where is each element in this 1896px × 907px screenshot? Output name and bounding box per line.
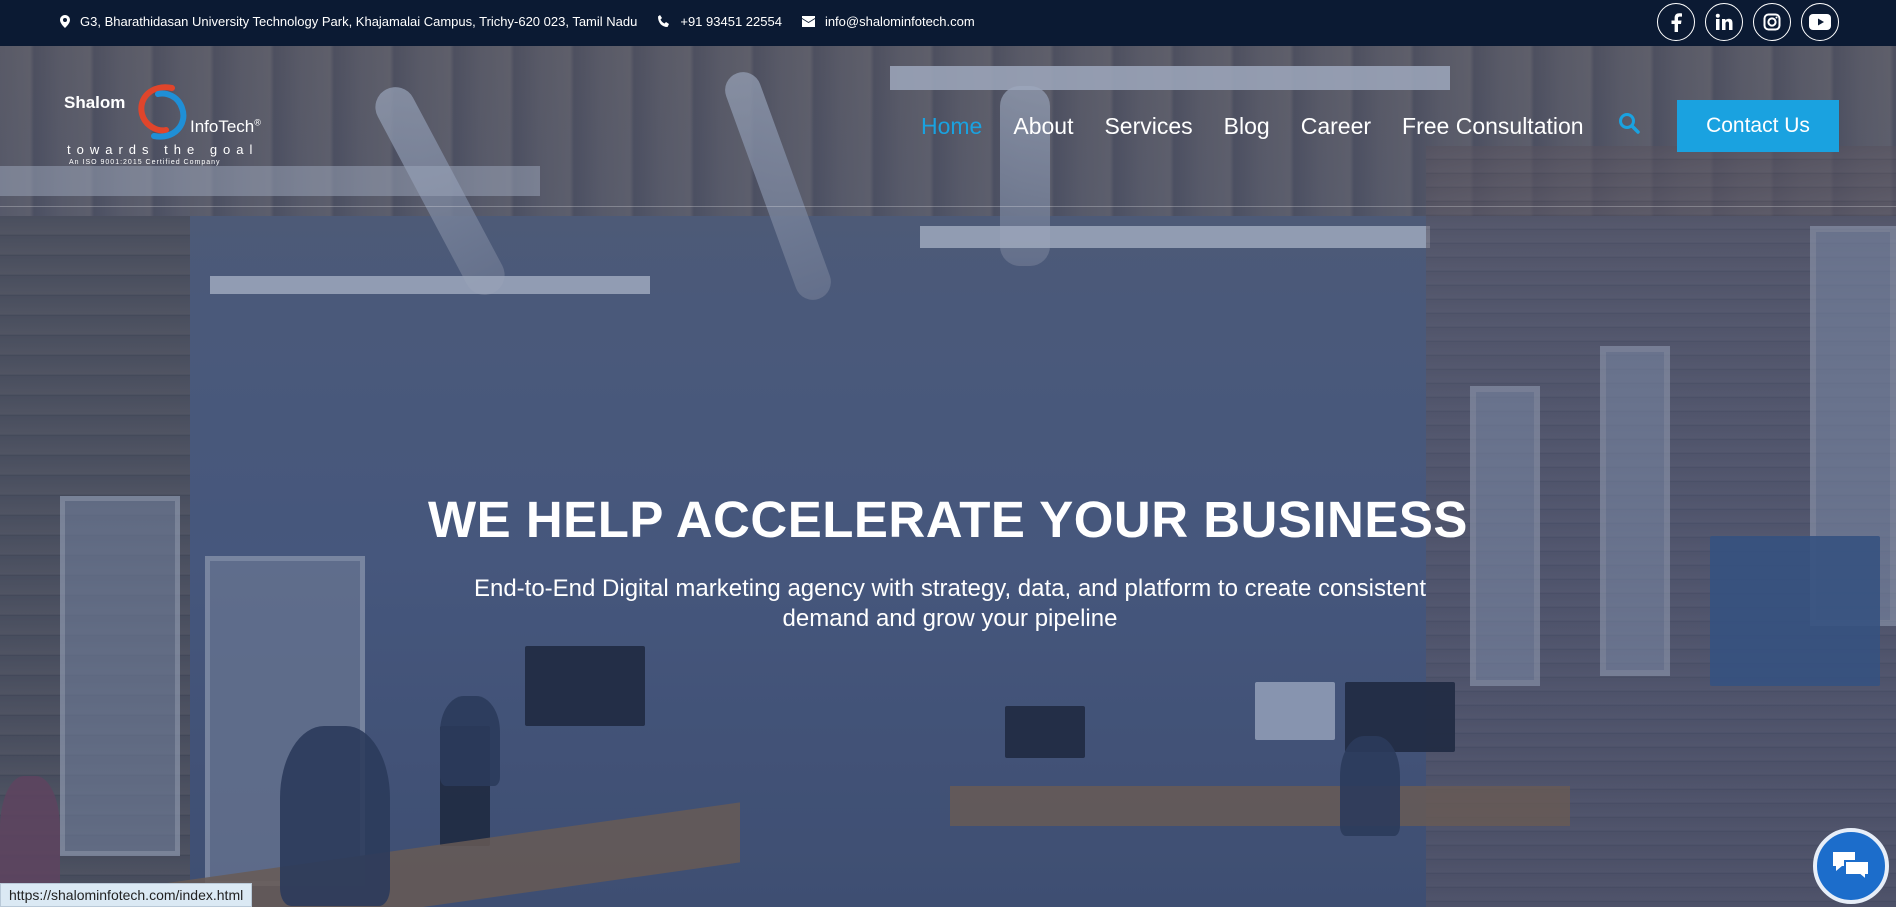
- contact-us-button[interactable]: Contact Us: [1677, 100, 1839, 152]
- nav-about[interactable]: About: [1013, 113, 1073, 140]
- linkedin-link[interactable]: [1705, 3, 1743, 41]
- phone-text[interactable]: +91 93451 22554: [680, 14, 782, 29]
- logo-word-shalom: Shalom: [64, 93, 126, 112]
- search-button[interactable]: [1618, 112, 1640, 139]
- facebook-icon: [1671, 13, 1682, 32]
- address-text: G3, Bharathidasan University Technology …: [80, 13, 638, 29]
- hero-overlay: [0, 46, 1896, 907]
- logo-swirl-icon: [138, 84, 187, 140]
- map-pin-icon: [60, 14, 70, 28]
- instagram-icon: [1763, 13, 1781, 31]
- nav-free-consultation[interactable]: Free Consultation: [1402, 113, 1584, 140]
- email-item[interactable]: info@shalominfotech.com: [801, 14, 975, 29]
- logo-word-infotech: InfoTech®: [190, 117, 261, 136]
- hero-section: [0, 46, 1896, 907]
- top-info-bar: G3, Bharathidasan University Technology …: [0, 0, 1896, 46]
- email-text[interactable]: info@shalominfotech.com: [825, 14, 975, 29]
- main-nav: Home About Services Blog Career Free Con…: [921, 110, 1615, 142]
- logo-certification: An ISO 9001:2015 Certified Company: [69, 159, 221, 166]
- social-links: [1647, 3, 1839, 41]
- facebook-link[interactable]: [1657, 3, 1695, 41]
- chat-button[interactable]: [1813, 828, 1889, 904]
- address-item: G3, Bharathidasan University Technology …: [60, 14, 637, 29]
- youtube-icon: [1809, 14, 1831, 30]
- contact-info: G3, Bharathidasan University Technology …: [60, 0, 995, 42]
- nav-blog[interactable]: Blog: [1224, 113, 1270, 140]
- linkedin-icon: [1715, 13, 1733, 30]
- nav-services[interactable]: Services: [1104, 113, 1192, 140]
- phone-icon: [658, 14, 670, 27]
- logo-tagline: towards the goal: [67, 142, 259, 157]
- youtube-link[interactable]: [1801, 3, 1839, 41]
- status-bar-url: https://shalominfotech.com/index.html: [0, 883, 253, 907]
- chat-bubbles-icon: [1833, 852, 1870, 883]
- hero-subline: End-to-End Digital marketing agency with…: [473, 575, 1427, 632]
- header-divider: [0, 206, 1896, 207]
- envelope-icon: [801, 15, 815, 27]
- phone-item[interactable]: +91 93451 22554: [657, 14, 782, 29]
- nav-home[interactable]: Home: [921, 113, 982, 140]
- search-icon: [1619, 113, 1640, 134]
- site-logo[interactable]: Shalom InfoTech® towards the goal An ISO…: [64, 80, 274, 172]
- instagram-link[interactable]: [1753, 3, 1791, 41]
- hero-headline: WE HELP ACCELERATE YOUR BUSINESS: [428, 491, 1468, 548]
- nav-career[interactable]: Career: [1301, 113, 1371, 140]
